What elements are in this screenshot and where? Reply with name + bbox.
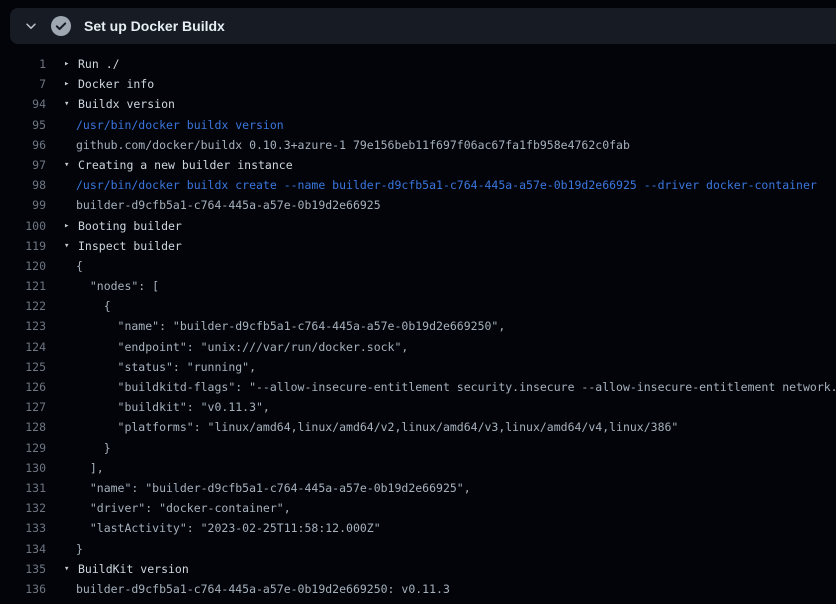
log-line: 98/usr/bin/docker buildx create --name b… xyxy=(0,175,836,195)
step-header[interactable]: Set up Docker Buildx xyxy=(10,8,836,44)
line-number[interactable]: 128 xyxy=(0,417,46,437)
line-number[interactable]: 119 xyxy=(0,236,46,256)
line-number[interactable]: 125 xyxy=(0,357,46,377)
group-title: Buildx version xyxy=(78,94,175,114)
log-group-row[interactable]: 94 ▾Buildx version xyxy=(0,94,836,114)
line-number[interactable]: 7 xyxy=(0,74,46,94)
line-number[interactable]: 130 xyxy=(0,458,46,478)
line-number[interactable]: 100 xyxy=(0,216,46,236)
log-text: /usr/bin/docker buildx create --name bui… xyxy=(76,175,817,195)
log-text: } xyxy=(76,539,83,559)
chevron-right-icon[interactable]: ▸ xyxy=(64,216,74,236)
log-text: "buildkitd-flags": "--allow-insecure-ent… xyxy=(76,377,836,397)
log-text: "platforms": "linux/amd64,linux/amd64/v2… xyxy=(76,417,678,437)
log-text: "name": "builder-d9cfb5a1-c764-445a-a57e… xyxy=(76,316,505,336)
log-line: 124 "endpoint": "unix:///var/run/docker.… xyxy=(0,337,836,357)
log-line: 133 "lastActivity": "2023-02-25T11:58:12… xyxy=(0,518,836,538)
line-number[interactable]: 99 xyxy=(0,195,46,215)
log-text: "buildkit": "v0.11.3", xyxy=(76,397,270,417)
line-number[interactable]: 95 xyxy=(0,115,46,135)
line-number[interactable]: 126 xyxy=(0,377,46,397)
check-circle-icon xyxy=(51,16,71,36)
chevron-down-icon[interactable]: ▾ xyxy=(64,155,74,175)
log-text: "status": "running", xyxy=(76,357,256,377)
log-text: builder-d9cfb5a1-c764-445a-a57e-0b19d2e6… xyxy=(76,195,381,215)
log-text: /usr/bin/docker buildx version xyxy=(76,115,284,135)
log-text: github.com/docker/buildx 0.10.3+azure-1 … xyxy=(76,135,630,155)
log-line: 95/usr/bin/docker buildx version xyxy=(0,115,836,135)
log-line: 127 "buildkit": "v0.11.3", xyxy=(0,397,836,417)
log-line: 120 { xyxy=(0,256,836,276)
log-line: 131 "name": "builder-d9cfb5a1-c764-445a-… xyxy=(0,478,836,498)
log-group-row[interactable]: 7 ▸Docker info xyxy=(0,74,836,94)
log-line: 126 "buildkitd-flags": "--allow-insecure… xyxy=(0,377,836,397)
line-number[interactable]: 123 xyxy=(0,316,46,336)
group-title: Docker info xyxy=(78,74,154,94)
line-number[interactable]: 134 xyxy=(0,539,46,559)
chevron-down-icon[interactable]: ▾ xyxy=(64,236,74,256)
line-number[interactable]: 122 xyxy=(0,296,46,316)
log-group-row[interactable]: 135 ▾BuildKit version xyxy=(0,559,836,579)
line-number[interactable]: 124 xyxy=(0,337,46,357)
log-line: 122 { xyxy=(0,296,836,316)
log-group-row[interactable]: 119 ▾Inspect builder xyxy=(0,236,836,256)
log-line: 128 "platforms": "linux/amd64,linux/amd6… xyxy=(0,417,836,437)
chevron-right-icon[interactable]: ▸ xyxy=(64,74,74,94)
log-text: "name": "builder-d9cfb5a1-c764-445a-a57e… xyxy=(76,478,471,498)
log-line: 130 ], xyxy=(0,458,836,478)
line-number[interactable]: 135 xyxy=(0,559,46,579)
group-title: Creating a new builder instance xyxy=(78,155,293,175)
log-text: builder-d9cfb5a1-c764-445a-a57e-0b19d2e6… xyxy=(76,579,450,599)
log-text: ], xyxy=(76,458,104,478)
line-number[interactable]: 136 xyxy=(0,579,46,599)
line-number[interactable]: 98 xyxy=(0,175,46,195)
log-text: "nodes": [ xyxy=(76,276,159,296)
line-number[interactable]: 94 xyxy=(0,94,46,114)
log-line: 129 } xyxy=(0,438,836,458)
group-title: Inspect builder xyxy=(78,236,182,256)
log-group-row[interactable]: 100 ▸Booting builder xyxy=(0,216,836,236)
chevron-down-icon[interactable] xyxy=(24,19,38,33)
log-text: { xyxy=(76,296,111,316)
log-line: 96 github.com/docker/buildx 0.10.3+azure-… xyxy=(0,135,836,155)
group-title: Booting builder xyxy=(78,216,182,236)
chevron-down-icon[interactable]: ▾ xyxy=(64,559,74,579)
log-text: "lastActivity": "2023-02-25T11:58:12.000… xyxy=(76,518,381,538)
line-number[interactable]: 127 xyxy=(0,397,46,417)
line-number[interactable]: 121 xyxy=(0,276,46,296)
log-text: { xyxy=(76,256,83,276)
line-number[interactable]: 133 xyxy=(0,518,46,538)
line-number[interactable]: 1 xyxy=(0,54,46,74)
log-line: 121 "nodes": [ xyxy=(0,276,836,296)
log-line: 123 "name": "builder-d9cfb5a1-c764-445a-… xyxy=(0,316,836,336)
chevron-down-icon[interactable]: ▾ xyxy=(64,94,74,114)
log-group-row[interactable]: 1 ▸Run ./ xyxy=(0,54,836,74)
line-number[interactable]: 97 xyxy=(0,155,46,175)
log-line: 99 builder-d9cfb5a1-c764-445a-a57e-0b19d2… xyxy=(0,195,836,215)
line-number[interactable]: 120 xyxy=(0,256,46,276)
line-number[interactable]: 129 xyxy=(0,438,46,458)
group-title: Run ./ xyxy=(78,54,120,74)
line-number[interactable]: 131 xyxy=(0,478,46,498)
line-number[interactable]: 96 xyxy=(0,135,46,155)
log-text: "endpoint": "unix:///var/run/docker.sock… xyxy=(76,337,408,357)
log-text: } xyxy=(76,438,111,458)
chevron-right-icon[interactable]: ▸ xyxy=(64,54,74,74)
log-line: 134} xyxy=(0,539,836,559)
log-line: 136 builder-d9cfb5a1-c764-445a-a57e-0b19d… xyxy=(0,579,836,599)
group-title: BuildKit version xyxy=(78,559,189,579)
step-title: Set up Docker Buildx xyxy=(84,18,225,34)
line-number[interactable]: 132 xyxy=(0,498,46,518)
log-line: 132 "driver": "docker-container", xyxy=(0,498,836,518)
log-viewer: 1▸Run ./7▸Docker info94▾Buildx version95… xyxy=(0,54,836,599)
log-line: 125 "status": "running", xyxy=(0,357,836,377)
log-group-row[interactable]: 97 ▾Creating a new builder instance xyxy=(0,155,836,175)
log-text: "driver": "docker-container", xyxy=(76,498,291,518)
